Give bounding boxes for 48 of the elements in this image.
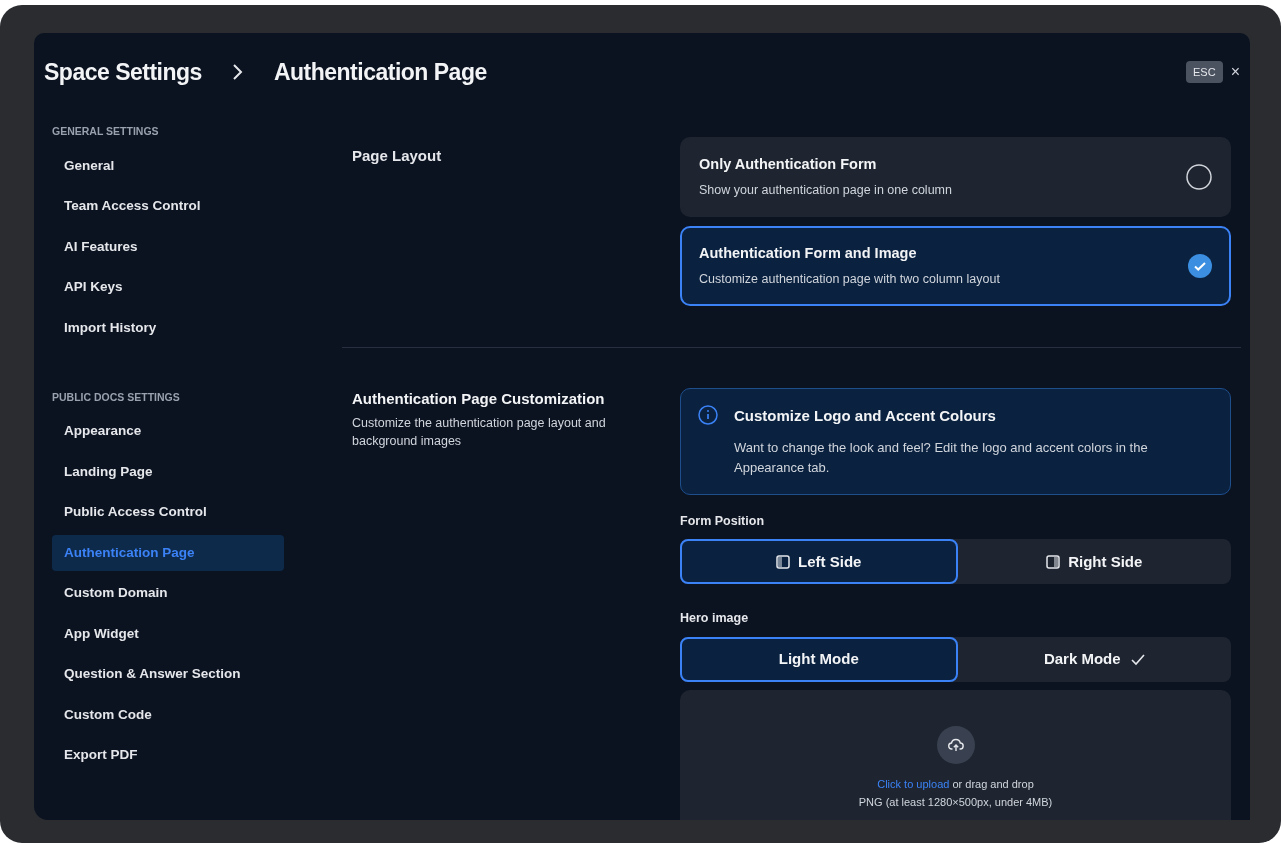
sidebar-item[interactable]: General	[52, 147, 284, 184]
chevron-icon	[231, 63, 244, 81]
upload-area[interactable]: Click to upload or drag and drop PNG (at least 1280×500px, under 4MB)	[680, 690, 1231, 820]
sidebar-item[interactable]: Export PDF	[52, 737, 284, 774]
panel-left-icon	[776, 554, 791, 569]
check-circle-icon	[1188, 254, 1212, 278]
sidebar-item[interactable]: Authentication Page	[52, 535, 284, 571]
page-title: Authentication Page	[273, 57, 487, 87]
sidebar-item[interactable]: Landing Page	[52, 454, 284, 490]
sidebar-item[interactable]: Public Access Control	[52, 494, 284, 531]
upload-hint: PNG (at least 1280×500px, under 4MB)	[858, 794, 1053, 810]
sidebar-item[interactable]: Appearance	[52, 413, 284, 450]
sidebar-item[interactable]: Custom Domain	[52, 575, 284, 612]
mode-tab[interactable]: Dark Mode	[957, 637, 1231, 682]
sidebar-item[interactable]: AI Features	[52, 228, 284, 265]
esc-key[interactable]: ESC	[1186, 60, 1223, 84]
sidebar-item[interactable]: Import History	[52, 309, 284, 346]
upload-instructions: Click to upload or drag and drop	[877, 777, 1034, 792]
radio-circle-icon	[1186, 164, 1212, 190]
breadcrumb-link[interactable]: Space Settings	[44, 54, 202, 90]
layout-option[interactable]: Only Authentication Form Show your authentication page in one column	[680, 137, 1231, 217]
layout-option[interactable]: Authentication Form and Image Customize authentication page with two column layout	[680, 226, 1231, 306]
section-title: Authentication Page Customization	[352, 389, 606, 409]
position-option[interactable]: Left Side	[680, 539, 958, 585]
info-title: Customize Logo and Accent Colours	[734, 406, 997, 426]
position-option[interactable]: Right Side	[957, 539, 1231, 585]
sidebar-item[interactable]: Question & Answer Section	[52, 656, 284, 693]
field-label: Hero image	[680, 610, 750, 628]
close-button[interactable]: ×	[1230, 60, 1240, 84]
section-title: Page Layout	[352, 146, 443, 166]
section-heading: PUBLIC DOCS SETTINGS	[52, 389, 181, 405]
upload-icon[interactable]	[936, 726, 975, 764]
mode-tab[interactable]: Light Mode	[680, 637, 958, 682]
sidebar-item[interactable]: App Widget	[52, 616, 284, 652]
section-description: Customize the authentication page layout and background images	[352, 414, 607, 450]
option-title: Authentication Form and Image	[699, 244, 918, 264]
section-heading: GENERAL SETTINGS	[52, 124, 160, 139]
sidebar-item[interactable]: API Keys	[52, 269, 284, 306]
upload-link[interactable]: Click to upload	[877, 778, 950, 790]
option-description: Show your authentication page in one column	[699, 182, 953, 199]
option-title: Only Authentication Form	[699, 155, 878, 175]
panel-right-icon	[1046, 554, 1061, 569]
sidebar-item[interactable]: Custom Code	[52, 697, 284, 733]
option-description: Customize authentication page with two column layout	[699, 271, 1001, 288]
info-icon	[698, 405, 718, 425]
field-label: Form Position	[680, 512, 766, 530]
sidebar-item[interactable]: Team Access Control	[52, 188, 284, 225]
info-text: Want to change the look and feel? Edit the logo and accent colors in the Appearance tab.	[734, 438, 1149, 477]
